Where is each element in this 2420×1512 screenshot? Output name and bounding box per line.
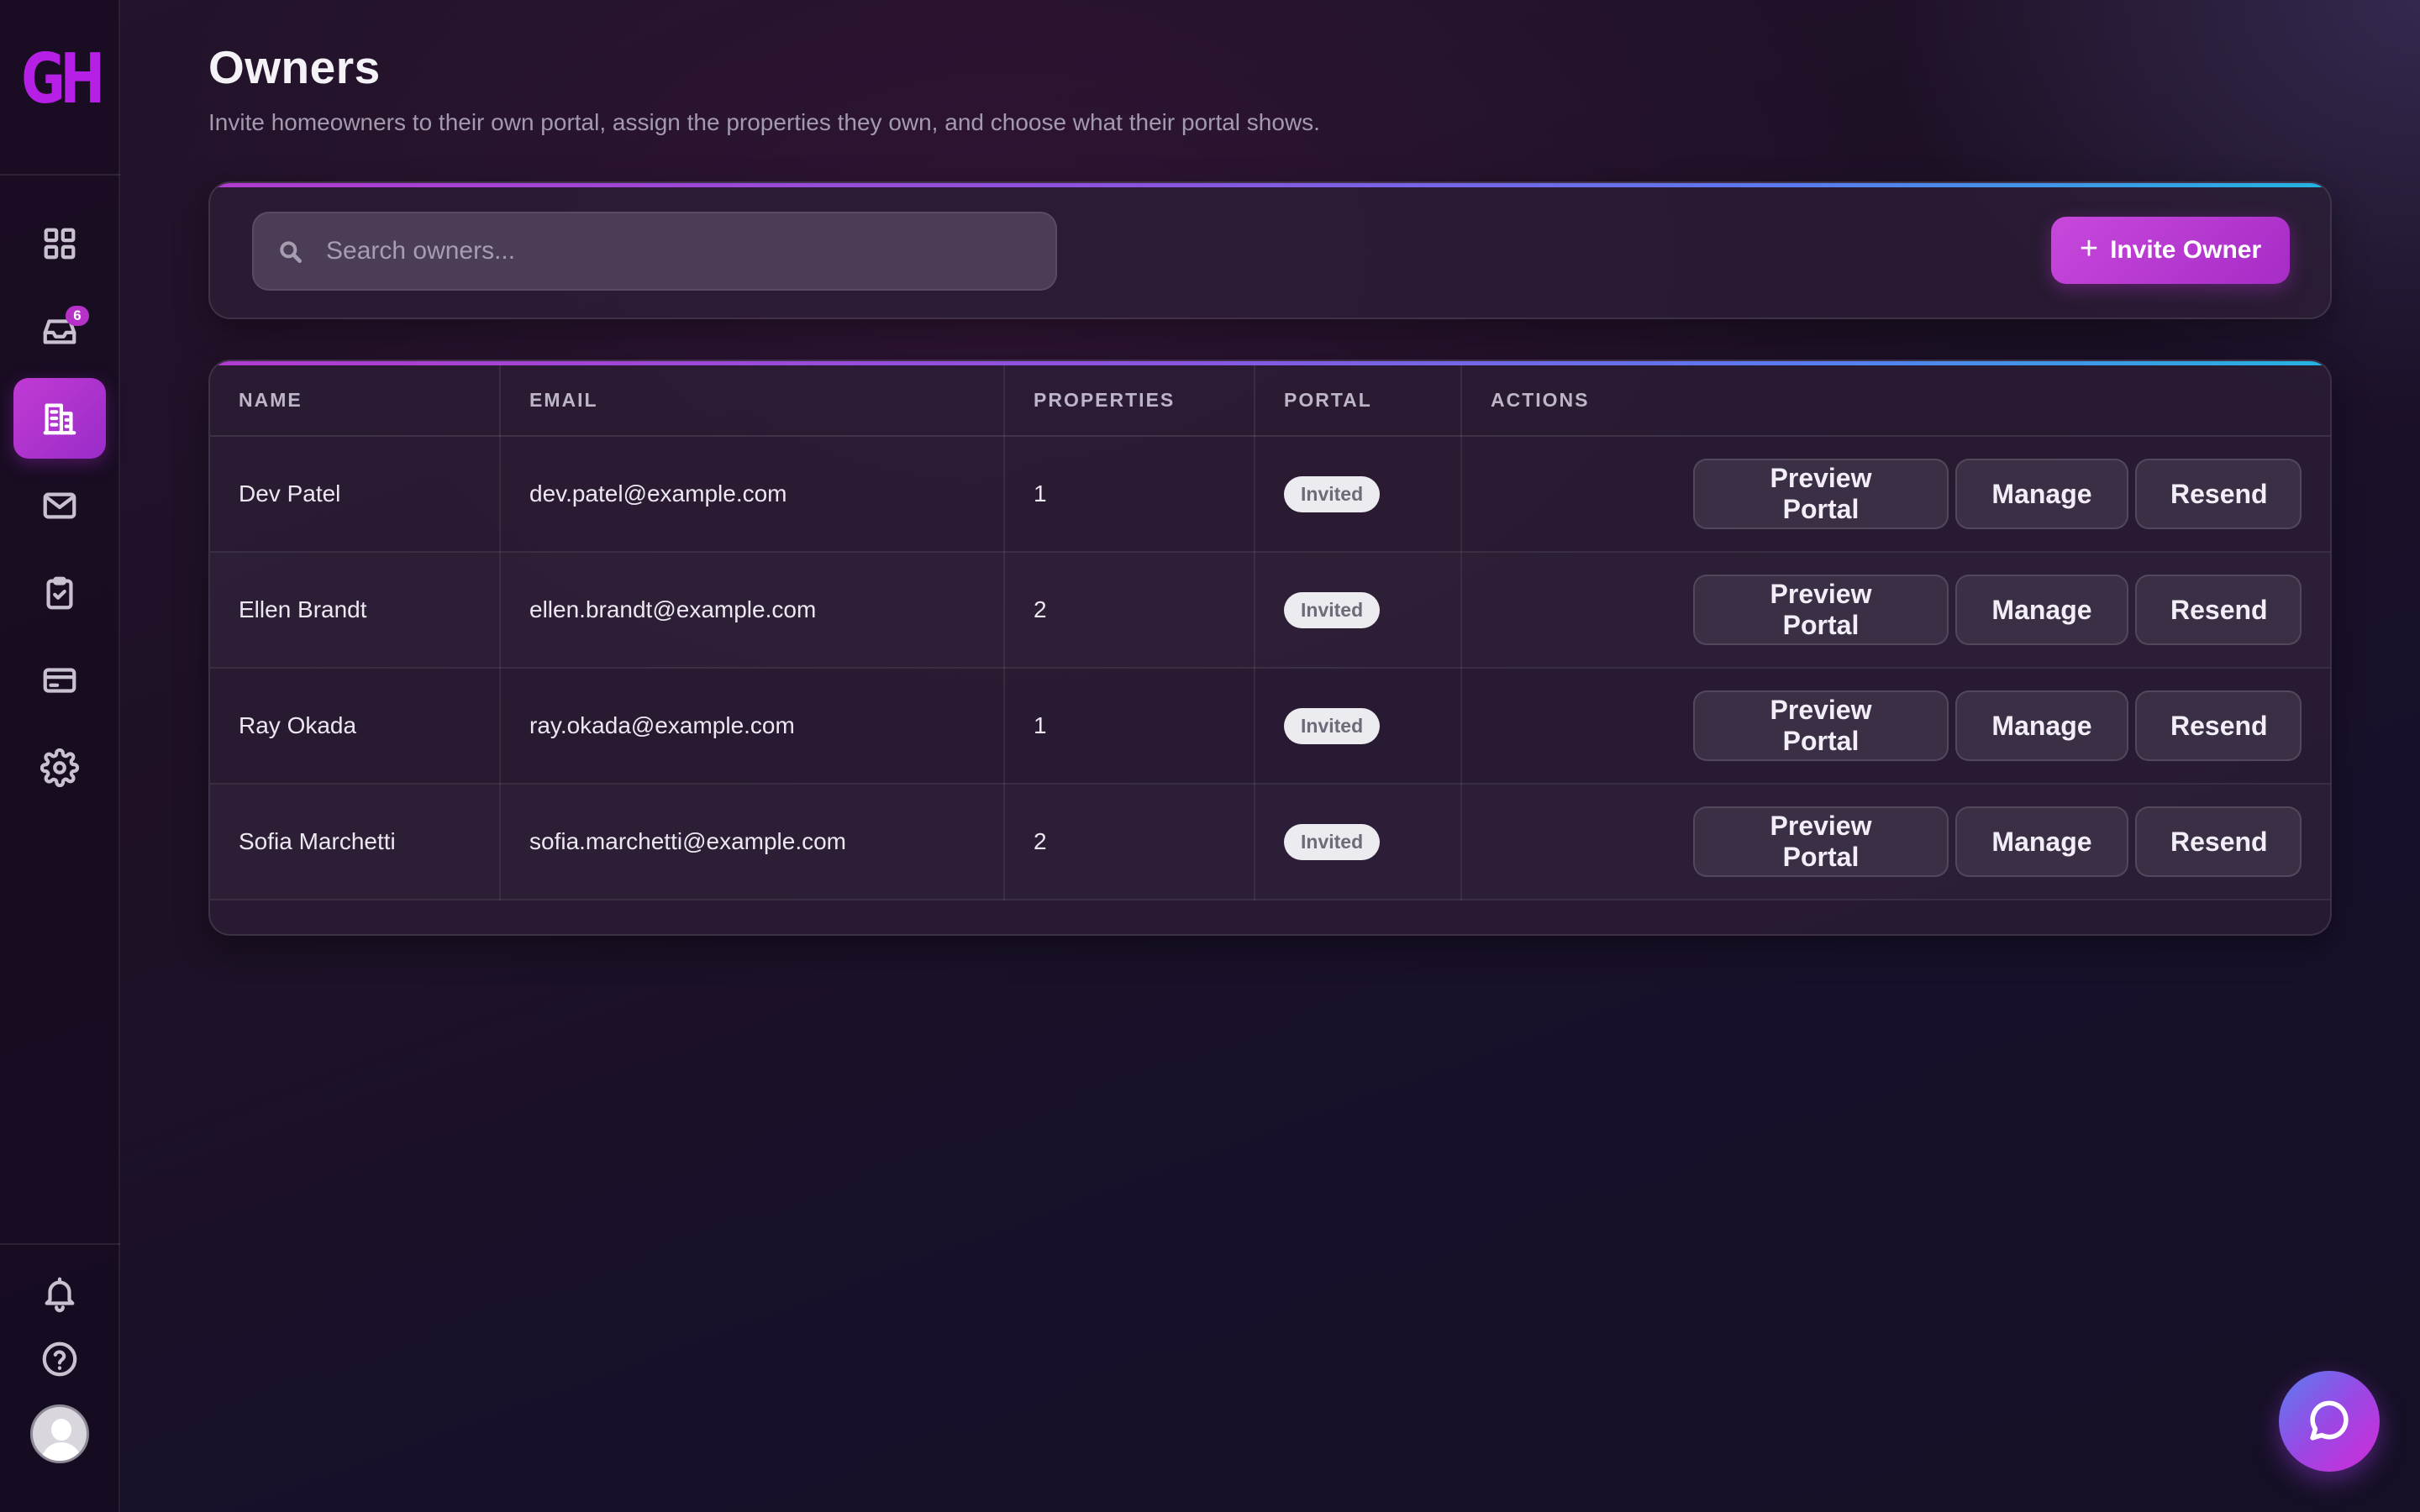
owner-email: sofia.marchetti@example.com bbox=[500, 784, 1005, 900]
owner-properties-count: 1 bbox=[1004, 436, 1255, 553]
manage-button[interactable]: Manage bbox=[1955, 806, 2128, 877]
resend-button[interactable]: Resend bbox=[2135, 690, 2302, 761]
owner-email: ellen.brandt@example.com bbox=[500, 552, 1005, 669]
actions-cell: Preview Portal Manage Resend bbox=[1461, 668, 2330, 785]
portal-status-cell: Invited bbox=[1255, 436, 1462, 553]
mail-icon bbox=[43, 492, 76, 519]
actions-cell: Preview Portal Manage Resend bbox=[1461, 552, 2330, 669]
plus-icon: + bbox=[2079, 231, 2099, 266]
sidebar-item-tasks[interactable] bbox=[13, 553, 106, 633]
preview-portal-button[interactable]: Preview Portal bbox=[1693, 690, 1949, 761]
search-input[interactable] bbox=[326, 213, 1040, 289]
search-box[interactable] bbox=[252, 212, 1057, 291]
chat-bubble-icon bbox=[2310, 1400, 2349, 1441]
bell-icon bbox=[45, 1277, 75, 1313]
owner-properties-count: 1 bbox=[1004, 668, 1255, 785]
status-badge: Invited bbox=[1284, 823, 1381, 860]
sidebar-item-help[interactable] bbox=[13, 1319, 106, 1399]
resend-button[interactable]: Resend bbox=[2135, 459, 2302, 529]
sidebar: GH 6 bbox=[0, 0, 120, 1512]
page-subtitle: Invite homeowners to their own portal, a… bbox=[208, 109, 1320, 135]
status-badge: Invited bbox=[1284, 591, 1381, 628]
sidebar-divider-bottom bbox=[0, 1243, 120, 1245]
app-logo[interactable]: GH bbox=[21, 39, 105, 119]
resend-button[interactable]: Resend bbox=[2135, 806, 2302, 877]
status-badge: Invited bbox=[1284, 475, 1381, 512]
sidebar-divider bbox=[0, 174, 120, 176]
sidebar-item-dashboard[interactable] bbox=[13, 203, 106, 284]
user-avatar[interactable] bbox=[30, 1404, 89, 1463]
owner-properties-count: 2 bbox=[1004, 784, 1255, 900]
inbox-count-badge: 6 bbox=[66, 306, 89, 326]
resend-button[interactable]: Resend bbox=[2135, 575, 2302, 645]
sidebar-item-messages[interactable] bbox=[13, 465, 106, 546]
manage-button[interactable]: Manage bbox=[1955, 575, 2128, 645]
invite-owner-label: Invite Owner bbox=[2110, 236, 2262, 264]
owner-email: dev.patel@example.com bbox=[500, 436, 1005, 553]
column-header-email: EMAIL bbox=[500, 365, 1005, 437]
column-header-name: NAME bbox=[210, 365, 501, 437]
preview-portal-button[interactable]: Preview Portal bbox=[1693, 806, 1949, 877]
owners-table-panel: NAME EMAIL PROPERTIES PORTAL ACTIONS Dev… bbox=[208, 360, 2332, 936]
portal-status-cell: Invited bbox=[1255, 668, 1462, 785]
invite-owner-button[interactable]: + Invite Owner bbox=[2051, 217, 2290, 284]
preview-portal-button[interactable]: Preview Portal bbox=[1693, 459, 1949, 529]
table-header-row: NAME EMAIL PROPERTIES PORTAL ACTIONS bbox=[210, 365, 2330, 437]
column-header-properties: PROPERTIES bbox=[1004, 365, 1255, 437]
avatar-body-shape bbox=[41, 1442, 82, 1461]
owner-email: ray.okada@example.com bbox=[500, 668, 1005, 785]
sidebar-item-settings[interactable] bbox=[13, 727, 106, 808]
preview-portal-button[interactable]: Preview Portal bbox=[1693, 575, 1949, 645]
question-circle-icon bbox=[42, 1341, 77, 1377]
page-title: Owners bbox=[208, 41, 381, 93]
portal-status-cell: Invited bbox=[1255, 784, 1462, 900]
table-row: Ray Okada ray.okada@example.com 1 Invite… bbox=[210, 668, 2330, 785]
owners-table: NAME EMAIL PROPERTIES PORTAL ACTIONS Dev… bbox=[210, 365, 2330, 900]
search-icon bbox=[280, 241, 302, 263]
sidebar-item-billing[interactable] bbox=[13, 640, 106, 721]
logo-text: GH bbox=[21, 39, 105, 119]
gear-icon bbox=[40, 748, 79, 787]
column-header-actions: ACTIONS bbox=[1461, 365, 2330, 437]
toolbar-panel: + Invite Owner bbox=[208, 181, 2332, 319]
grid-icon bbox=[44, 228, 76, 260]
manage-button[interactable]: Manage bbox=[1955, 690, 2128, 761]
owner-name: Sofia Marchetti bbox=[210, 784, 501, 900]
table-row: Sofia Marchetti sofia.marchetti@example.… bbox=[210, 784, 2330, 900]
portal-status-cell: Invited bbox=[1255, 552, 1462, 669]
owner-name: Ray Okada bbox=[210, 668, 501, 785]
building-icon bbox=[43, 403, 76, 435]
avatar-head-shape bbox=[51, 1419, 71, 1441]
table-row: Ellen Brandt ellen.brandt@example.com 2 … bbox=[210, 552, 2330, 669]
credit-card-icon bbox=[43, 668, 76, 693]
actions-cell: Preview Portal Manage Resend bbox=[1461, 436, 2330, 553]
status-badge: Invited bbox=[1284, 707, 1381, 744]
table-row: Dev Patel dev.patel@example.com 1 Invite… bbox=[210, 436, 2330, 553]
actions-cell: Preview Portal Manage Resend bbox=[1461, 784, 2330, 900]
manage-button[interactable]: Manage bbox=[1955, 459, 2128, 529]
clipboard-check-icon bbox=[46, 576, 73, 610]
column-header-portal: PORTAL bbox=[1255, 365, 1462, 437]
sidebar-item-properties[interactable] bbox=[13, 378, 106, 459]
owner-name: Ellen Brandt bbox=[210, 552, 501, 669]
owner-properties-count: 2 bbox=[1004, 552, 1255, 669]
chat-button[interactable] bbox=[2279, 1371, 2380, 1472]
sidebar-item-inbox[interactable]: 6 bbox=[13, 291, 106, 371]
owner-name: Dev Patel bbox=[210, 436, 501, 553]
